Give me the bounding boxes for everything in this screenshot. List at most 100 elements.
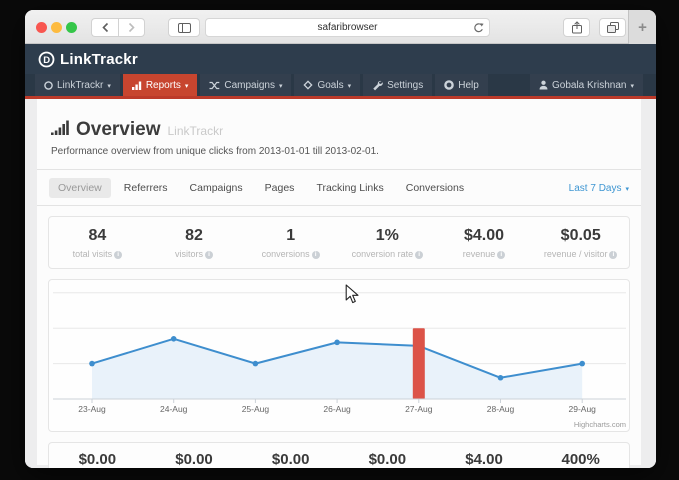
caret-down-icon: ▾: [185, 83, 189, 90]
stat-visitors: 82 visitorsi: [146, 227, 243, 259]
stat-cost-per-visit: $0.00 cost / visiti: [146, 451, 243, 468]
content-container: Overview LinkTrackr Performance overview…: [37, 99, 641, 465]
user-name: Gobala Krishnan: [552, 80, 627, 91]
nav-label: Goals: [317, 80, 343, 91]
stat-cost-per-day: $0.00 cost / dayi: [242, 451, 339, 468]
stat-cpa: $0.00 cpai: [339, 451, 436, 468]
wrench-icon: [372, 80, 383, 91]
page-title: Overview: [76, 119, 161, 141]
stat-value: 1%: [339, 227, 436, 245]
stat-value: $0.00: [242, 451, 339, 468]
stat-roi: 400% roii: [532, 451, 629, 468]
nav-item-settings[interactable]: Settings: [363, 74, 432, 96]
svg-text:23-Aug: 23-Aug: [78, 404, 106, 414]
shuffle-icon: [209, 81, 220, 90]
minimize-window-button[interactable]: [51, 22, 62, 33]
nav-label: Settings: [387, 80, 423, 91]
page-subtitle: Performance overview from unique clicks …: [37, 141, 641, 169]
stat-value: 1: [242, 227, 339, 245]
sidebar-toggle-button[interactable]: [168, 18, 200, 37]
back-button[interactable]: [91, 18, 118, 37]
plus-icon: +: [638, 19, 647, 36]
divider: [37, 205, 641, 206]
stat-value: $0.05: [532, 227, 629, 245]
nav-item-campaigns[interactable]: Campaigns ▾: [200, 74, 291, 96]
reload-button[interactable]: [473, 22, 484, 37]
nav-item-linktrackr[interactable]: LinkTrackr ▾: [35, 74, 120, 96]
stat-label: revenue: [463, 249, 496, 259]
info-icon[interactable]: i: [415, 251, 423, 259]
stat-label: conversions: [262, 249, 310, 259]
app-logo-text: LinkTrackr: [60, 51, 138, 68]
share-icon: [571, 21, 583, 34]
nav-label: Campaigns: [224, 80, 275, 91]
nav-label: Help: [458, 80, 479, 91]
date-range-selector[interactable]: Last 7 Days ▾: [569, 183, 629, 194]
stat-conversions: 1 conversionsi: [242, 227, 339, 259]
page-background: Overview LinkTrackr Performance overview…: [25, 99, 656, 468]
tab-overview[interactable]: Overview: [49, 178, 111, 198]
forward-button[interactable]: [118, 18, 145, 37]
user-icon: [539, 80, 548, 90]
stat-label: total visits: [73, 249, 113, 259]
back-icon: [101, 22, 110, 33]
svg-text:27-Aug: 27-Aug: [405, 404, 433, 414]
help-lifering-icon: [444, 80, 454, 90]
stat-profit: $4.00 profiti: [436, 451, 533, 468]
url-bar[interactable]: safaribrowser: [205, 18, 490, 37]
url-text: safaribrowser: [317, 22, 377, 33]
svg-text:Highcharts.com: Highcharts.com: [574, 420, 626, 429]
stat-total-cost: $0.00 total costi: [49, 451, 146, 468]
caret-down-icon: ▾: [107, 83, 111, 90]
svg-text:25-Aug: 25-Aug: [242, 404, 270, 414]
reload-icon: [473, 22, 484, 34]
info-icon[interactable]: i: [114, 251, 122, 259]
svg-text:28-Aug: 28-Aug: [487, 404, 515, 414]
nav-item-reports[interactable]: Reports ▾: [123, 74, 198, 96]
goal-diamond-icon: [303, 80, 313, 90]
tab-conversions[interactable]: Conversions: [397, 178, 473, 198]
user-menu[interactable]: Gobala Krishnan ▾: [530, 74, 643, 96]
nav-item-goals[interactable]: Goals ▾: [294, 74, 360, 96]
tab-pages[interactable]: Pages: [256, 178, 304, 198]
caret-down-icon: ▾: [348, 83, 352, 90]
stat-value: $0.00: [339, 451, 436, 468]
svg-text:29-Aug: 29-Aug: [568, 404, 596, 414]
page-title-row: Overview LinkTrackr: [37, 99, 641, 141]
nav-item-help[interactable]: Help: [435, 74, 488, 96]
stat-value: 84: [49, 227, 146, 245]
date-range-label: Last 7 Days: [569, 183, 622, 194]
stats-panel-bottom: $0.00 total costi $0.00 cost / visiti $0…: [48, 442, 630, 468]
stat-value: $4.00: [436, 451, 533, 468]
nav-label: Reports: [146, 80, 181, 91]
info-icon[interactable]: i: [609, 251, 617, 259]
linktrackr-mark-icon: [44, 81, 53, 90]
sidebar-icon: [178, 23, 191, 33]
tab-campaigns[interactable]: Campaigns: [181, 178, 252, 198]
report-tabs: Overview Referrers Campaigns Pages Track…: [37, 170, 641, 205]
caret-down-icon: ▾: [625, 186, 629, 193]
overview-bars-icon: [51, 120, 69, 135]
new-tab-button[interactable]: +: [628, 10, 656, 44]
svg-text:26-Aug: 26-Aug: [323, 404, 351, 414]
tab-referrers[interactable]: Referrers: [115, 178, 177, 198]
svg-text:D: D: [43, 55, 50, 66]
close-window-button[interactable]: [36, 22, 47, 33]
maximize-window-button[interactable]: [66, 22, 77, 33]
nav-label: LinkTrackr: [57, 80, 103, 91]
forward-icon: [127, 22, 136, 33]
overview-chart[interactable]: 23-Aug24-Aug25-Aug26-Aug27-Aug28-Aug29-A…: [49, 280, 630, 431]
linktrackr-logo-icon: D: [38, 51, 55, 68]
info-icon[interactable]: i: [497, 251, 505, 259]
share-button[interactable]: [563, 18, 590, 37]
info-icon[interactable]: i: [205, 251, 213, 259]
stat-label: revenue / visitor: [544, 249, 608, 259]
stat-label: conversion rate: [352, 249, 414, 259]
info-icon[interactable]: i: [312, 251, 320, 259]
show-tabs-button[interactable]: [599, 18, 626, 37]
stat-total-visits: 84 total visitsi: [49, 227, 146, 259]
tab-tracking-links[interactable]: Tracking Links: [307, 178, 392, 198]
stat-value: 400%: [532, 451, 629, 468]
stat-value: $0.00: [146, 451, 243, 468]
stat-label: visitors: [175, 249, 203, 259]
